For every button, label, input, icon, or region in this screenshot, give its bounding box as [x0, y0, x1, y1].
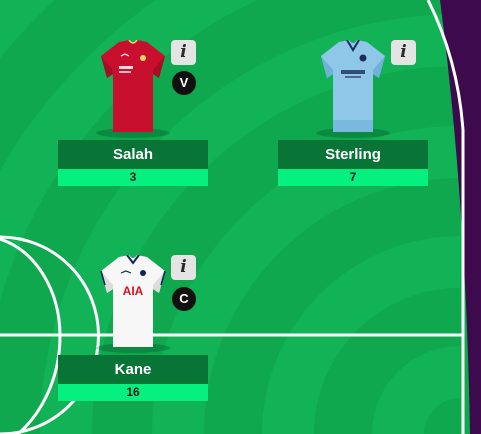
player-name: Kane — [58, 355, 208, 384]
man-city-shirt-icon — [319, 40, 387, 134]
liverpool-shirt-icon — [99, 40, 167, 134]
player-name: Salah — [58, 140, 208, 169]
player-info-button[interactable]: i — [391, 40, 416, 65]
player-info-button[interactable]: i — [171, 40, 196, 65]
tottenham-shirt-icon: AIA — [99, 255, 167, 349]
svg-text:AIA: AIA — [123, 284, 144, 298]
player-card-kane[interactable]: AIA i C Kane 16 — [58, 255, 208, 405]
player-points: 7 — [278, 169, 428, 186]
player-info-button[interactable]: i — [171, 255, 196, 280]
vice-captain-badge: V — [172, 71, 196, 95]
player-card-salah[interactable]: i V Salah 3 — [58, 40, 208, 190]
player-card-sterling[interactable]: i Sterling 7 — [278, 40, 428, 190]
captain-badge: C — [172, 287, 196, 311]
player-points: 16 — [58, 384, 208, 401]
player-points: 3 — [58, 169, 208, 186]
player-name: Sterling — [278, 140, 428, 169]
